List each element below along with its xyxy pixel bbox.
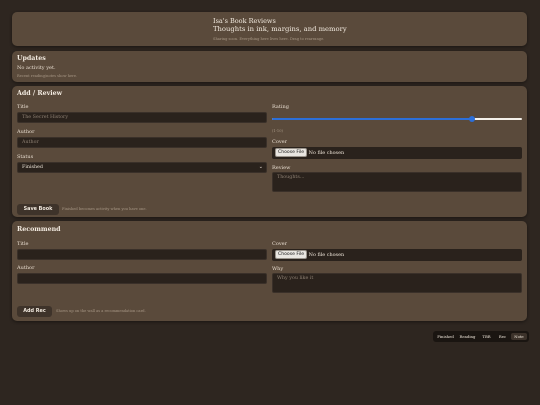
- tab-finished[interactable]: Finished: [435, 333, 456, 340]
- file-status: No file chosen: [308, 150, 345, 156]
- choose-file-button[interactable]: Choose File: [275, 148, 308, 157]
- author-input[interactable]: Author: [17, 137, 267, 148]
- rec-title-label: Title: [17, 241, 29, 247]
- filter-tabs: Finished Reading TBR Rec Note: [433, 331, 529, 342]
- updates-status: No activity yet.: [17, 65, 56, 71]
- review-label: Review: [272, 165, 291, 171]
- updates-heading: Updates: [17, 55, 46, 62]
- recommend-heading: Recommend: [17, 226, 61, 233]
- add-rec-hint: Shows up on the wall as a recommendation…: [56, 309, 146, 313]
- why-textarea[interactable]: Why you like it: [272, 273, 522, 293]
- save-hint: Finished becomes activity when you have …: [62, 207, 147, 211]
- add-rec-button[interactable]: Add Rec: [17, 306, 52, 317]
- rec-cover-file-input[interactable]: Choose File No file chosen: [272, 249, 522, 261]
- updates-panel: Updates No activity yet. Recent reading/…: [12, 51, 527, 82]
- add-review-heading: Add / Review: [17, 90, 63, 97]
- site-title: Isa's Book Reviews: [213, 17, 276, 25]
- rating-label: Rating: [272, 104, 289, 110]
- rating-slider-fill: [272, 118, 472, 120]
- status-label: Status: [17, 154, 34, 160]
- author-label: Author: [17, 129, 35, 135]
- rating-slider[interactable]: [272, 116, 522, 122]
- rec-author-input[interactable]: [17, 273, 267, 284]
- tab-rec[interactable]: Rec: [495, 333, 510, 340]
- tab-reading[interactable]: Reading: [457, 333, 478, 340]
- rating-hint: (1-10): [272, 129, 283, 133]
- header-panel: Isa's Book Reviews Thoughts in ink, marg…: [12, 12, 527, 46]
- add-review-panel: Add / Review Title The Secret History Au…: [12, 86, 527, 217]
- rating-slider-thumb[interactable]: [469, 116, 475, 122]
- chevron-down-icon: ⌄: [258, 164, 263, 170]
- title-input[interactable]: The Secret History: [17, 112, 267, 123]
- why-label: Why: [272, 266, 284, 272]
- updates-hint: Recent reading/notes show here.: [17, 74, 78, 78]
- rec-author-label: Author: [17, 265, 35, 271]
- review-textarea[interactable]: Thoughts...: [272, 172, 522, 192]
- rec-choose-file-button[interactable]: Choose File: [275, 250, 308, 259]
- status-value: Finished: [22, 165, 43, 170]
- recommend-panel: Recommend Title Author Cover Choose File…: [12, 221, 527, 321]
- site-subtitle: Thoughts in ink, margins, and memory: [213, 25, 347, 33]
- tab-note[interactable]: Note: [511, 333, 527, 340]
- status-select[interactable]: Finished ⌄: [17, 162, 267, 173]
- header-hint: Sharing soon. Everything here lives here…: [213, 37, 325, 41]
- rec-title-input[interactable]: [17, 249, 267, 260]
- tab-tbr[interactable]: TBR: [479, 333, 494, 340]
- cover-label: Cover: [272, 139, 288, 145]
- title-label: Title: [17, 104, 29, 110]
- cover-file-input[interactable]: Choose File No file chosen: [272, 147, 522, 159]
- save-book-button[interactable]: Save Book: [17, 204, 59, 215]
- rec-cover-label: Cover: [272, 241, 288, 247]
- rec-file-status: No file chosen: [308, 252, 345, 258]
